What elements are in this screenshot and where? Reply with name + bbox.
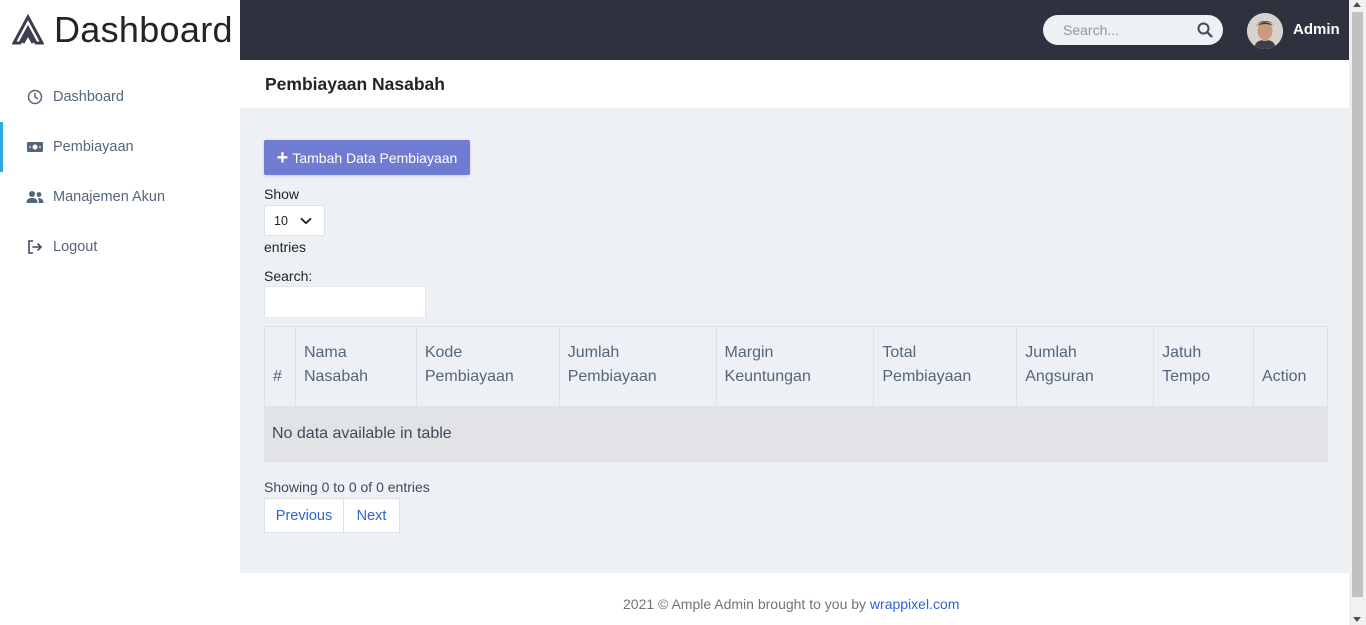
sign-out-icon xyxy=(26,238,44,256)
search-icon[interactable] xyxy=(1197,22,1213,38)
sidebar-item-pembiayaan[interactable]: Pembiayaan xyxy=(0,122,240,172)
sidebar-item-logout[interactable]: Logout xyxy=(0,222,240,272)
entries-select-value: 10 xyxy=(274,213,288,228)
previous-button[interactable]: Previous xyxy=(264,498,344,533)
main-content: + Tambah Data Pembiayaan Show 10 entries… xyxy=(240,108,1349,573)
table-row: No data available in table xyxy=(264,406,1328,462)
sidebar-item-label: Dashboard xyxy=(53,89,124,105)
column-header-jumlah-angsuran[interactable]: Jumlah Angsuran xyxy=(1016,326,1155,407)
search-input[interactable] xyxy=(1063,22,1188,38)
user-name[interactable]: Admin xyxy=(1293,21,1340,38)
column-header-jatuh-tempo[interactable]: Jatuh Tempo xyxy=(1153,326,1254,407)
add-button-label: Tambah Data Pembiayaan xyxy=(292,149,458,166)
top-search xyxy=(1043,15,1223,45)
pagination: Previous Next xyxy=(264,498,400,533)
topbar: Admin xyxy=(240,0,1349,60)
sidebar-item-manajemen-akun[interactable]: Manajemen Akun xyxy=(0,172,240,222)
money-bill-icon xyxy=(26,138,44,156)
search-label: Search: xyxy=(264,268,313,284)
sidebar-item-label: Logout xyxy=(53,239,98,255)
add-pembiayaan-button[interactable]: + Tambah Data Pembiayaan xyxy=(264,140,470,175)
column-header-action[interactable]: Action xyxy=(1252,326,1329,407)
page-header: Pembiayaan Nasabah xyxy=(240,60,1349,108)
column-header-nama-nasabah[interactable]: Nama Nasabah xyxy=(294,326,417,407)
table-info: Showing 0 to 0 of 0 entries xyxy=(264,479,430,495)
column-header-total-pembiayaan[interactable]: Total Pembiayaan xyxy=(873,326,1018,407)
users-icon xyxy=(26,188,44,206)
sidebar-item-label: Manajemen Akun xyxy=(53,189,166,205)
avatar[interactable] xyxy=(1247,13,1283,49)
plus-icon: + xyxy=(276,146,289,169)
scroll-up-icon[interactable] xyxy=(1353,2,1361,7)
footer-text: 2021 © Ample Admin brought to you by wra… xyxy=(623,596,960,612)
footer: 2021 © Ample Admin brought to you by wra… xyxy=(240,573,1349,625)
brand[interactable]: Dashboard xyxy=(0,0,240,60)
sidebar-item-dashboard[interactable]: Dashboard xyxy=(0,72,240,122)
scroll-thumb[interactable] xyxy=(1352,12,1363,597)
next-button[interactable]: Next xyxy=(344,498,400,533)
entries-select[interactable]: 10 xyxy=(264,205,325,236)
table-search-input[interactable] xyxy=(264,286,426,318)
page-title: Pembiayaan Nasabah xyxy=(265,74,445,94)
brand-title: Dashboard xyxy=(54,9,233,50)
entries-label: entries xyxy=(264,239,307,255)
show-label: Show xyxy=(264,186,300,202)
scrollbar[interactable] xyxy=(1349,0,1366,625)
empty-table-message: No data available in table xyxy=(264,406,1328,462)
table-header-row: # Nama Nasabah Kode Pembiayaan Jumlah Pe… xyxy=(264,326,1329,407)
chevron-down-icon xyxy=(300,217,312,225)
column-header-margin-keuntungan[interactable]: Margin Keuntungan xyxy=(715,326,875,407)
column-header-kode-pembiayaan[interactable]: Kode Pembiayaan xyxy=(415,326,560,407)
sidebar-item-label: Pembiayaan xyxy=(53,139,134,155)
footer-link[interactable]: wrappixel.com xyxy=(870,596,959,612)
column-header-jumlah-pembiayaan[interactable]: Jumlah Pembiayaan xyxy=(558,326,717,407)
sidebar: Dashboard Dashboard Pembiayaan Manajemen… xyxy=(0,0,240,625)
logo-icon xyxy=(12,14,44,45)
clock-icon xyxy=(26,88,44,106)
scroll-down-icon[interactable] xyxy=(1353,617,1361,622)
column-header-number[interactable]: # xyxy=(264,326,296,407)
pembiayaan-table: # Nama Nasabah Kode Pembiayaan Jumlah Pe… xyxy=(264,326,1329,462)
sidebar-nav: Dashboard Pembiayaan Manajemen Akun Logo… xyxy=(0,72,240,272)
